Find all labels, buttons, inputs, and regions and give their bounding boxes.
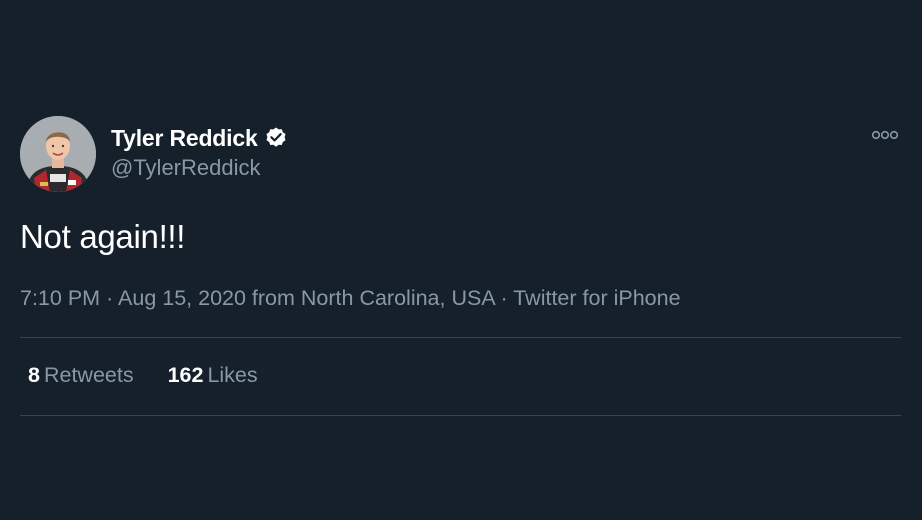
meta-separator: ·: [106, 286, 114, 310]
retweets-label: Retweets: [43, 363, 134, 387]
tweet-stats: 8 Retweets 162 Likes: [28, 363, 258, 388]
retweets-stat[interactable]: 8 Retweets: [28, 363, 134, 388]
tweet-meta: 7:10 PM · Aug 15, 2020 from North Caroli…: [20, 286, 681, 311]
author-names: Tyler Reddick @TylerReddick: [111, 124, 288, 181]
display-name[interactable]: Tyler Reddick: [111, 125, 258, 152]
meta-separator: ·: [500, 286, 508, 310]
tweet-source[interactable]: Twitter for iPhone: [513, 286, 680, 310]
tweet-date-location[interactable]: Aug 15, 2020 from North Carolina, USA: [118, 286, 494, 310]
likes-stat[interactable]: 162 Likes: [168, 363, 258, 388]
display-name-row: Tyler Reddick: [111, 124, 288, 152]
tweet-header: Tyler Reddick @TylerReddick: [20, 114, 901, 194]
avatar[interactable]: [20, 116, 96, 192]
more-options-icon[interactable]: [871, 128, 899, 142]
tweet-text: Not again!!!: [20, 218, 186, 255]
likes-label: Likes: [207, 363, 258, 387]
likes-count: 162: [167, 363, 204, 387]
tweet-time[interactable]: 7:10 PM: [20, 286, 100, 310]
divider: [20, 415, 901, 416]
author-handle[interactable]: @TylerReddick: [111, 155, 288, 181]
tweet-card: Tyler Reddick @TylerReddick Not again!!!…: [20, 114, 901, 416]
divider: [20, 337, 901, 338]
avatar-photo: [20, 116, 96, 192]
retweets-count: 8: [28, 363, 40, 387]
verified-badge-icon: [264, 126, 288, 150]
